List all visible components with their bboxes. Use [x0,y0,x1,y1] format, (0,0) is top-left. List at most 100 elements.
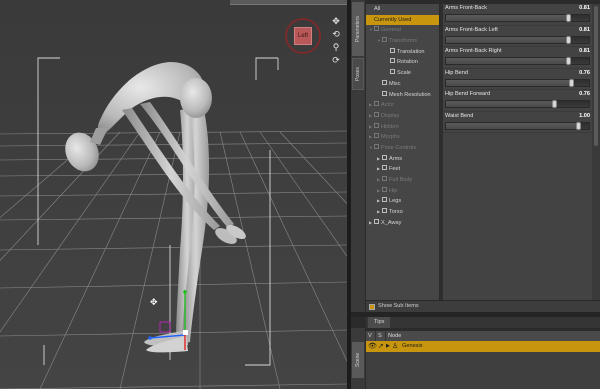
parameter-value[interactable]: 0.81 [579,48,590,54]
parameter-slider-row: Arms Front-Back Left 0.81 [443,26,592,47]
tree-item[interactable]: Currently Used [366,14,439,26]
column-selectable[interactable]: S [376,331,386,341]
group-icon [374,101,379,107]
parameter-value[interactable]: 0.81 [579,5,590,11]
scene-side-strip: Scene [351,328,365,389]
tree-item[interactable]: ▼ Pose Controls [366,143,439,154]
tree-item-label: Morphs [381,134,400,141]
tab-poses[interactable]: Poses [352,58,364,90]
cursor-icon: ✥ [150,298,158,308]
tab-tips[interactable]: Tips [368,317,391,328]
group-icon [374,143,379,149]
tree-item-label: Feet [389,166,401,173]
tree-item[interactable]: ▶ Actor [366,100,439,111]
slider-fill [446,101,555,107]
tree-item-label: Rotation [397,59,418,66]
3d-viewport[interactable]: ✥ Left ✥ ⟲ ⚲ ⟳ [0,0,347,389]
tree-item[interactable]: ▶ Display [366,111,439,122]
tree-item[interactable]: ▶ Hip [366,186,439,197]
tree-item[interactable]: ▶ Arms [366,154,439,165]
slider-track[interactable] [445,100,590,108]
params-scroll-thumb[interactable] [594,6,598,146]
parameter-value[interactable]: 0.81 [579,27,590,33]
group-icon [382,186,387,192]
tree-item[interactable]: ▶ Morphs [366,132,439,143]
slider-knob[interactable] [565,57,571,65]
tree-item[interactable]: Scale [366,68,439,79]
group-icon [382,208,387,214]
group-icon [390,58,395,64]
group-icon [382,197,387,203]
parameter-slider-row: Hip Bend 0.76 [443,69,592,90]
slider-knob[interactable] [568,78,574,87]
slider-track[interactable] [445,57,590,65]
tree-item-label: Legs [389,198,402,205]
tree-item-label: Arms [389,155,403,162]
move-icon[interactable]: ✥ [330,16,342,27]
group-icon [374,133,379,139]
frame-icon[interactable]: ⟳ [330,55,342,66]
scene-header: V S Node [366,331,600,341]
tree-item[interactable]: ▶ Feet [366,164,439,175]
tree-item[interactable]: ▶ Hidden [366,122,439,133]
show-sub-items-label: Show Sub Items [378,303,419,309]
tree-item-label: All [374,6,381,12]
slider-track[interactable] [445,35,590,44]
viewport-topbar [230,0,347,5]
parameter-name: Waist Bend [445,112,474,119]
show-sub-items-checkbox[interactable] [369,304,375,310]
parameter-value[interactable]: 1.00 [579,113,590,119]
tree-item[interactable]: ▼ Transforms [366,36,439,47]
tree-item[interactable]: ▶ X_Away [366,218,439,229]
scene-pane: V S Node 👁 ➚ ▶ ♙ Genesis [366,331,600,389]
slider-track[interactable] [445,121,590,130]
parameter-value[interactable]: 0.76 [579,70,590,76]
camera-face-label[interactable]: Left [294,27,312,45]
group-icon [382,154,387,160]
parameter-slider-row: Hip Bend Forward 0.76 [443,90,592,112]
parameter-value[interactable]: 0.76 [579,91,590,97]
tree-item-label: Mesh Resolution [389,91,431,98]
tree-item[interactable]: Misc [366,79,439,90]
slider-knob[interactable] [565,14,571,22]
group-icon [382,176,387,182]
slider-track[interactable] [445,78,590,87]
tree-item[interactable]: ▶ Full Body [366,175,439,186]
tab-parameters[interactable]: Parameters [352,2,364,56]
group-icon [374,218,379,224]
tree-item[interactable]: ▼ General [366,25,439,36]
slider-knob[interactable] [575,121,581,130]
select-arrow-icon[interactable]: ➚ [378,341,384,352]
expand-arrow-icon[interactable]: ▶ [386,341,390,352]
tab-scene[interactable]: Scene [352,342,364,378]
params-scrollbar[interactable] [592,4,600,300]
parameter-name: Arms Front-Back Left [445,26,498,33]
tree-item-label: Translation [397,48,425,55]
tree-item[interactable]: ▶ Torso [366,207,439,218]
orbit-icon[interactable]: ⟲ [330,29,342,40]
tree-item[interactable]: All [366,4,439,15]
tree-item[interactable]: Rotation [366,57,439,68]
tree-item-label: Display [381,112,400,119]
tree-item-label: Currently Used [374,16,412,23]
slider-knob[interactable] [565,35,571,44]
scene-node-row[interactable]: 👁 ➚ ▶ ♙ Genesis [366,341,600,352]
tree-item[interactable]: ▶ Legs [366,196,439,207]
slider-knob[interactable] [551,100,557,108]
tree-item[interactable]: Translation [366,47,439,58]
viewport-tools: ✥ ⟲ ⚲ ⟳ [330,16,344,68]
tree-item-label: Hip [389,187,398,194]
column-visible[interactable]: V [366,331,376,341]
parameter-name: Arms Front-Back Right [445,48,502,54]
slider-track[interactable] [445,14,590,22]
tree-item-label: Torso [389,209,403,216]
parameter-list: Arms Front-Back 0.81 Arms Front-Back Left 0… [443,4,592,300]
slider-fill [446,79,572,86]
zoom-icon[interactable]: ⚲ [330,42,342,53]
eye-icon[interactable]: 👁 [368,341,377,352]
navigation-cube[interactable]: Left [285,18,321,54]
tree-item[interactable]: Mesh Resolution [366,90,439,101]
tree-item-label: Full Body [389,177,413,183]
parameter-name: Hip Bend Forward [445,91,491,97]
column-node[interactable]: Node [386,331,600,341]
